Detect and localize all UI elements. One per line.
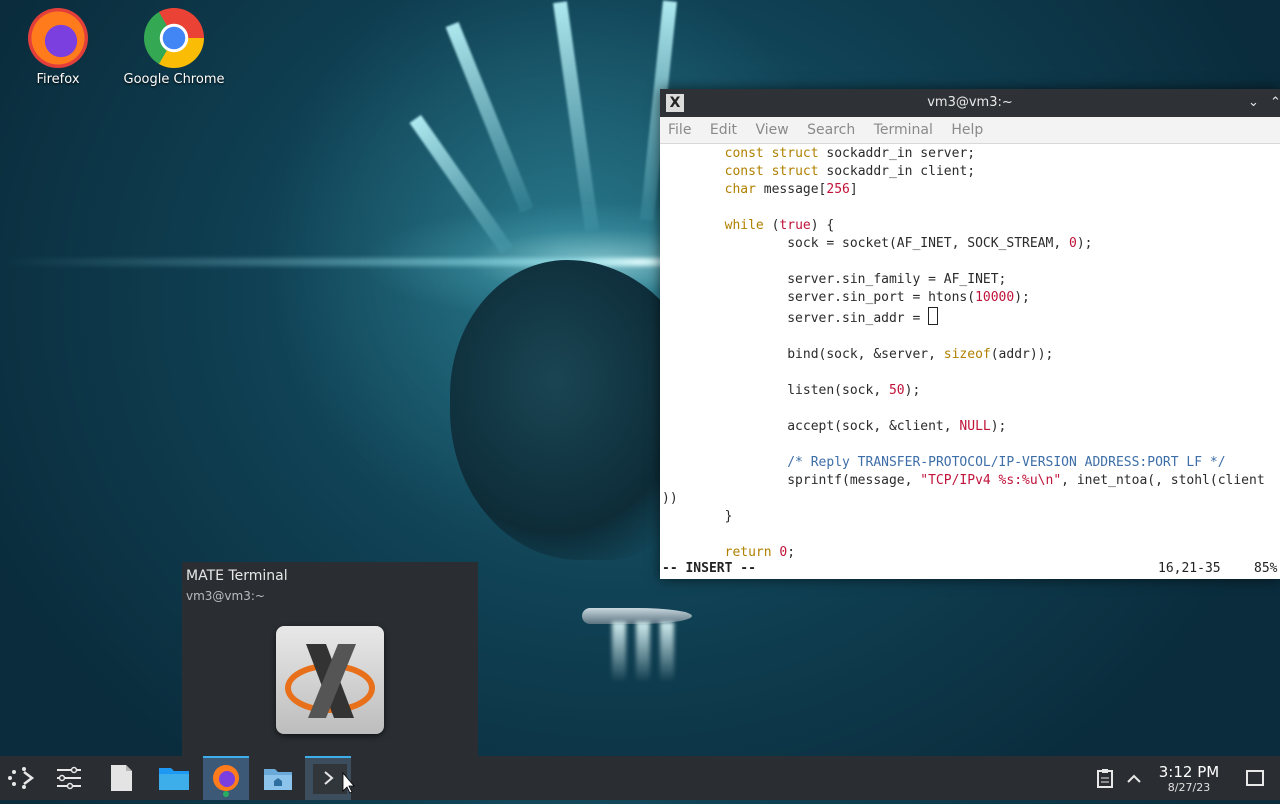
desktop-icon-label: Google Chrome (123, 72, 225, 87)
file-manager-button[interactable] (151, 756, 197, 800)
taskbar-window-preview[interactable]: MATE Terminal vm3@vm3:~ (182, 562, 478, 756)
clock-date: 8/27/23 (1167, 781, 1211, 794)
taskbar (0, 756, 1280, 800)
vim-statusline: -- INSERT -- 16,21-35 85% (660, 560, 1280, 578)
preview-subtitle: vm3@vm3:~ (186, 589, 265, 603)
menu-terminal[interactable]: Terminal (874, 122, 933, 138)
vim-mode: -- INSERT -- (662, 561, 756, 576)
chevron-up-icon[interactable] (1126, 768, 1142, 792)
clipboard-icon[interactable] (1096, 768, 1114, 792)
terminal-icon (313, 764, 355, 794)
window-title: vm3@vm3:~ (927, 95, 1013, 110)
vim-cursor-position: 16,21-35 (1158, 561, 1221, 576)
application-launcher-button[interactable] (0, 756, 46, 800)
show-desktop-icon[interactable] (1245, 768, 1265, 792)
pager-button[interactable] (46, 756, 92, 800)
vim-scroll-percent: 85% (1254, 561, 1278, 576)
clock-time: 3:12 PM (1158, 763, 1220, 781)
chevron-down-icon[interactable]: ⌄ (1248, 89, 1259, 117)
terminal-editor-content[interactable]: const struct sockaddr_in server; const s… (660, 145, 1280, 562)
terminal-menubar: File Edit View Search Terminal Help (660, 117, 1280, 144)
terminal-app-icon[interactable]: X (666, 94, 684, 112)
home-folder-button[interactable] (255, 756, 301, 800)
wallpaper-submarine-light (612, 622, 626, 682)
application-launcher-icon (8, 767, 35, 789)
window-titlebar[interactable]: X vm3@vm3:~ ⌄ ⌃ (660, 89, 1280, 117)
digital-clock[interactable]: 3:12 PM 8/27/23 (1150, 763, 1228, 794)
home-folder-icon (264, 769, 292, 790)
text-editor-button[interactable] (98, 756, 144, 800)
chevron-up-icon[interactable]: ⌃ (1270, 89, 1280, 117)
desktop-icon-firefox[interactable]: Firefox (3, 0, 113, 87)
preview-title: MATE Terminal (186, 568, 288, 584)
terminal-window[interactable]: X vm3@vm3:~ ⌄ ⌃ File Edit View Search Te… (660, 89, 1280, 579)
file-manager-icon (159, 768, 189, 790)
menu-search[interactable]: Search (807, 122, 855, 138)
text-editor-icon (111, 765, 132, 791)
desktop-icon-label: Firefox (36, 72, 80, 87)
desktop-icon-google-chrome[interactable]: Google Chrome (119, 0, 229, 87)
firefox-icon (28, 8, 88, 68)
terminal-thumbnail-icon[interactable] (276, 626, 384, 734)
menu-help[interactable]: Help (951, 122, 983, 138)
wallpaper-submarine-light (636, 622, 650, 682)
firefox-icon (213, 765, 239, 797)
menu-view[interactable]: View (755, 122, 788, 138)
taskbar-item-terminal[interactable] (305, 756, 355, 800)
menu-edit[interactable]: Edit (710, 122, 737, 138)
chrome-icon (144, 8, 204, 68)
wallpaper-spike (553, 1, 599, 231)
menu-file[interactable]: File (668, 122, 691, 138)
taskbar-item-firefox[interactable] (203, 756, 249, 800)
wallpaper-submarine-light (660, 622, 674, 682)
text-cursor (928, 307, 939, 325)
pager-icon (57, 766, 81, 790)
